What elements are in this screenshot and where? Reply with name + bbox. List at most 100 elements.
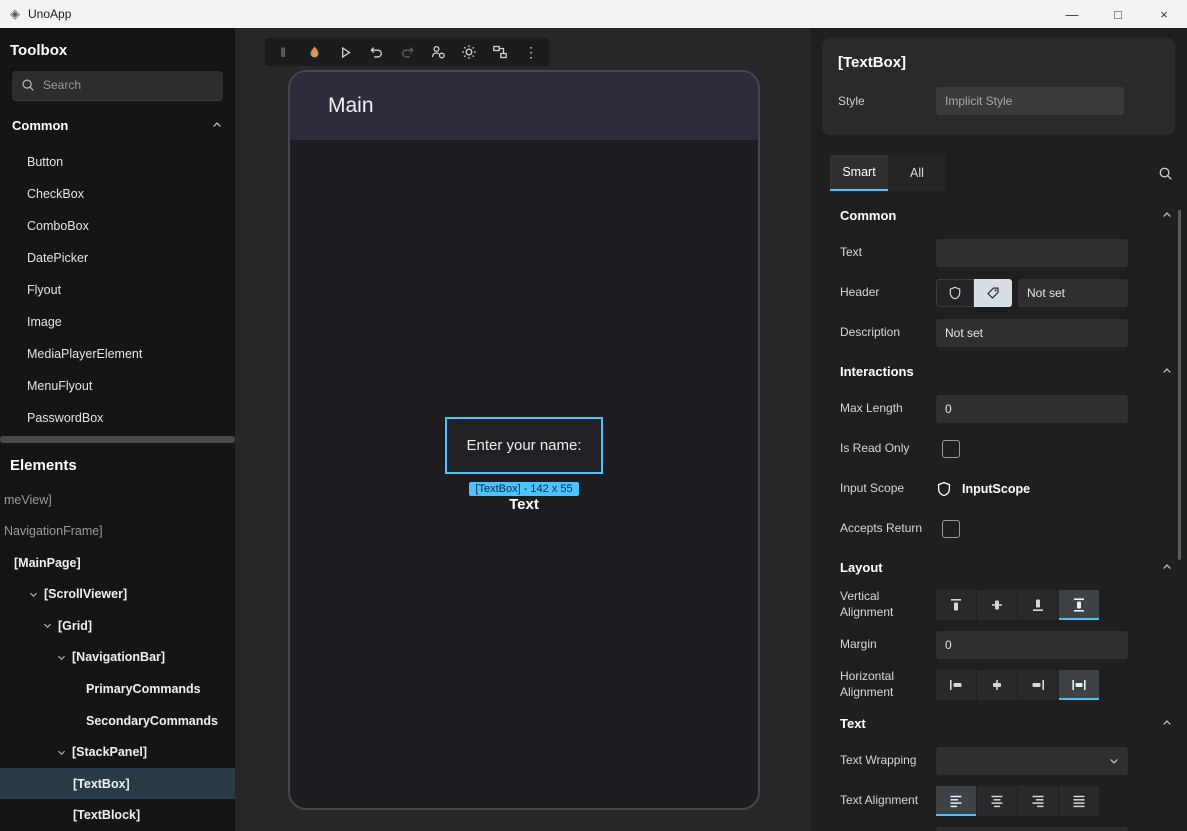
- undo-icon[interactable]: [368, 44, 384, 60]
- tree-row-textbox[interactable]: [TextBox]: [0, 768, 235, 800]
- text-align-left-button[interactable]: [936, 786, 976, 816]
- horizontal-alignment-label: Horizontal Alignment: [840, 669, 936, 700]
- play-icon[interactable]: [337, 44, 353, 60]
- tree-row-frameview[interactable]: meView]: [0, 484, 235, 516]
- toolbox-item-checkbox[interactable]: CheckBox: [0, 178, 235, 210]
- tree-row-navigationbar[interactable]: [NavigationBar]: [0, 642, 235, 674]
- text-align-justify-button[interactable]: [1059, 786, 1099, 816]
- valign-top-button[interactable]: [936, 590, 976, 620]
- placeholder-field[interactable]: [936, 827, 1128, 831]
- toolbox-item-menuflyout[interactable]: MenuFlyout: [0, 370, 235, 402]
- section-interactions-label: Interactions: [840, 364, 914, 379]
- tab-all[interactable]: All: [888, 155, 946, 191]
- chevron-down-icon[interactable]: [42, 620, 53, 631]
- tree-row-stackpanel[interactable]: [StackPanel]: [0, 736, 235, 768]
- margin-field[interactable]: 0: [936, 631, 1128, 659]
- section-layout[interactable]: Layout: [840, 549, 1173, 585]
- input-scope-value[interactable]: InputScope: [962, 482, 1030, 496]
- tree-row-mainpage[interactable]: [MainPage]: [0, 547, 235, 579]
- chevron-up-icon[interactable]: [1161, 209, 1173, 221]
- toolbox-item-datepicker[interactable]: DatePicker: [0, 242, 235, 274]
- description-field[interactable]: Not set: [936, 319, 1128, 347]
- tree-row-scrollviewer[interactable]: [ScrollViewer]: [0, 579, 235, 611]
- max-length-field[interactable]: 0: [936, 395, 1128, 423]
- style-field[interactable]: Implicit Style: [936, 87, 1124, 115]
- property-row-margin: Margin 0: [840, 625, 1173, 665]
- toolbox-section-common[interactable]: Common: [0, 105, 235, 146]
- section-text-label: Text: [840, 716, 866, 731]
- halign-right-button[interactable]: [1018, 670, 1058, 700]
- chevron-up-icon[interactable]: [211, 119, 223, 131]
- section-common[interactable]: Common: [840, 197, 1173, 233]
- shield-icon: [936, 481, 952, 497]
- tree-label: [StackPanel]: [72, 745, 147, 759]
- flow-connector-icon[interactable]: [492, 44, 508, 60]
- toolbox-horizontal-scrollbar[interactable]: [0, 436, 235, 443]
- description-label: Description: [840, 325, 936, 341]
- theme-sun-icon[interactable]: [461, 44, 477, 60]
- property-row-header: Header Not set: [840, 273, 1173, 313]
- toolbox-item-combobox[interactable]: ComboBox: [0, 210, 235, 242]
- maximize-button[interactable]: □: [1095, 0, 1141, 28]
- read-only-checkbox[interactable]: [942, 440, 960, 458]
- vertical-alignment-group: [936, 590, 1099, 620]
- valign-center-button[interactable]: [977, 590, 1017, 620]
- text-align-center-button[interactable]: [977, 786, 1017, 816]
- design-textblock[interactable]: Text: [509, 496, 539, 513]
- toolbar-grip-handle[interactable]: ‖: [275, 44, 291, 60]
- close-button[interactable]: ×: [1141, 0, 1187, 28]
- chevron-up-icon[interactable]: [1161, 717, 1173, 729]
- user-settings-icon[interactable]: [430, 44, 446, 60]
- tree-label: [MainPage]: [14, 556, 81, 570]
- vertical-alignment-label: Vertical Alignment: [840, 589, 936, 620]
- chevron-down-icon[interactable]: [56, 747, 67, 758]
- chevron-up-icon[interactable]: [1161, 561, 1173, 573]
- accepts-return-checkbox[interactable]: [942, 520, 960, 538]
- header-field[interactable]: Not set: [1018, 279, 1128, 307]
- inspector-scrollbar[interactable]: [1178, 210, 1181, 560]
- text-field[interactable]: [936, 239, 1128, 267]
- tree-row-secondarycommands[interactable]: SecondaryCommands: [0, 705, 235, 737]
- text-wrapping-select[interactable]: [936, 747, 1128, 775]
- section-interactions[interactable]: Interactions: [840, 353, 1173, 389]
- design-textbox[interactable]: Enter your name:: [445, 417, 603, 474]
- halign-stretch-button[interactable]: [1059, 670, 1099, 700]
- style-label: Style: [838, 94, 936, 108]
- shield-icon: [948, 286, 962, 300]
- tab-smart[interactable]: Smart: [830, 155, 888, 191]
- tree-row-navigationframe[interactable]: NavigationFrame]: [0, 515, 235, 547]
- halign-left-button[interactable]: [936, 670, 976, 700]
- toolbox-search-input[interactable]: [43, 78, 214, 92]
- halign-center-button[interactable]: [977, 670, 1017, 700]
- elements-title: Elements: [0, 443, 235, 484]
- kebab-menu-icon[interactable]: ⋮: [523, 44, 539, 60]
- chevron-down-icon[interactable]: [28, 589, 39, 600]
- valign-stretch-button[interactable]: [1059, 590, 1099, 620]
- hot-reload-flame-icon[interactable]: [306, 44, 322, 60]
- header-binding-toggle[interactable]: [936, 279, 974, 307]
- redo-icon[interactable]: [399, 44, 415, 60]
- toolbox-item-button[interactable]: Button: [0, 146, 235, 178]
- tree-label: [ScrollViewer]: [44, 587, 127, 601]
- chevron-down-icon[interactable]: [56, 652, 67, 663]
- design-canvas: ‖ ⋮ Mai: [235, 28, 810, 831]
- inspector-search-icon[interactable]: [1158, 166, 1173, 181]
- input-scope-label: Input Scope: [840, 481, 936, 497]
- header-literal-toggle[interactable]: [974, 279, 1012, 307]
- toolbox-item-mediaplayerelement[interactable]: MediaPlayerElement: [0, 338, 235, 370]
- tree-row-primarycommands[interactable]: PrimaryCommands: [0, 673, 235, 705]
- header-label: Header: [840, 285, 936, 301]
- tree-row-grid[interactable]: [Grid]: [0, 610, 235, 642]
- toolbox-item-flyout[interactable]: Flyout: [0, 274, 235, 306]
- toolbox-item-image[interactable]: Image: [0, 306, 235, 338]
- design-navigationbar[interactable]: Main: [290, 72, 758, 140]
- toolbox-item-passwordbox[interactable]: PasswordBox: [0, 402, 235, 434]
- toolbox-search[interactable]: [12, 71, 223, 101]
- text-align-right-button[interactable]: [1018, 786, 1058, 816]
- valign-bottom-button[interactable]: [1018, 590, 1058, 620]
- section-text[interactable]: Text: [840, 705, 1173, 741]
- chevron-up-icon[interactable]: [1161, 365, 1173, 377]
- property-row-text-wrapping: Text Wrapping: [840, 741, 1173, 781]
- tree-row-textblock[interactable]: [TextBlock]: [0, 799, 235, 831]
- minimize-button[interactable]: —: [1049, 0, 1095, 28]
